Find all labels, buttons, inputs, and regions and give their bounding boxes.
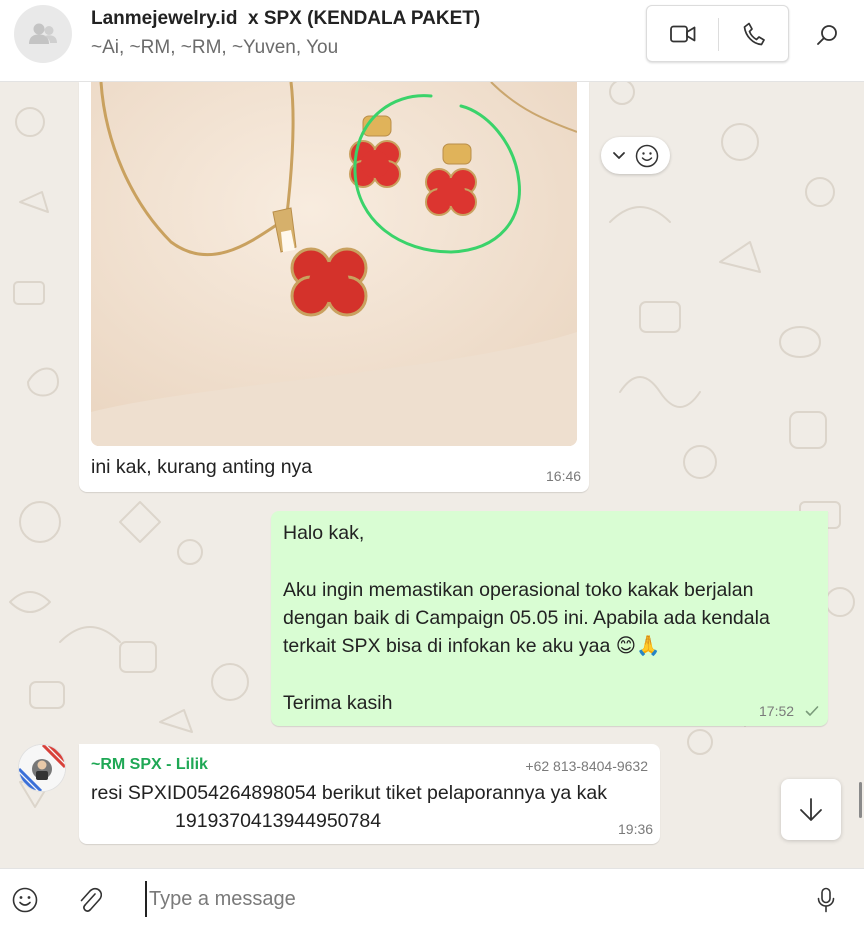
call-buttons (646, 5, 789, 62)
image-caption: ini kak, kurang anting nya (91, 456, 313, 478)
search-button[interactable] (808, 16, 846, 54)
chat-header: Lanmejewelry.id x SPX (KENDALA PAKET) ~A… (0, 0, 864, 82)
attach-button[interactable] (73, 883, 107, 917)
emoji-icon (12, 887, 38, 913)
message-line: Halo kak, (283, 522, 365, 544)
message-list[interactable]: ini kak, kurang anting nya 16:46 Halo ka… (0, 82, 864, 868)
avatar-image (19, 745, 65, 791)
phone-icon (743, 22, 765, 45)
search-icon (817, 25, 837, 45)
sent-check-icon (805, 706, 819, 716)
microphone-icon (817, 887, 835, 913)
message-line: Aku ingin memastikan operasional toko ka… (283, 579, 754, 601)
scrollbar-thumb[interactable] (859, 782, 862, 818)
scroll-to-bottom-button[interactable] (781, 779, 841, 840)
arrow-down-icon (800, 797, 822, 821)
message-line: resi SPXID054264898054 berikut tiket pel… (91, 782, 607, 804)
jewelry-image (91, 82, 577, 446)
voice-message-button[interactable] (809, 882, 843, 918)
sender-name[interactable]: ~RM SPX - Lilik (91, 756, 208, 774)
emoji-button[interactable] (8, 883, 42, 917)
message-time: 16:46 (546, 468, 582, 484)
sender-phone: +62 813-8404-9632 (525, 758, 648, 774)
voice-call-button[interactable] (719, 6, 789, 61)
group-members[interactable]: ~Ai, ~RM, ~RM, ~Yuven, You (91, 37, 338, 59)
message-input[interactable] (145, 881, 785, 917)
message-line: terkait SPX bisa di infokan ke aku yaa 😊… (283, 635, 661, 657)
message-line: dengan baik di Campaign 05.05 ini. Apabi… (283, 607, 770, 629)
incoming-image-message[interactable]: ini kak, kurang anting nya 16:46 (79, 82, 589, 492)
reaction-menu-button[interactable] (601, 137, 670, 174)
message-line: 1919370413944950784 (175, 810, 382, 832)
jewelry-photo[interactable] (91, 82, 577, 446)
group-avatar[interactable] (14, 5, 72, 63)
emoji-react-icon (636, 144, 659, 167)
video-camera-icon (669, 25, 695, 42)
incoming-text-message[interactable]: ~RM SPX - Lilik +62 813-8404-9632 resi S… (79, 744, 660, 844)
video-call-button[interactable] (647, 6, 718, 61)
message-composer (0, 868, 864, 929)
message-time: 17:52 (759, 703, 795, 719)
sender-avatar[interactable] (19, 745, 65, 791)
group-icon (29, 23, 57, 44)
chat-title[interactable]: Lanmejewelry.id x SPX (KENDALA PAKET) (91, 8, 480, 30)
message-line: Terima kasih (283, 692, 393, 714)
outgoing-message[interactable]: Halo kak, Aku ingin memastikan operasion… (271, 511, 828, 726)
paperclip-icon (80, 887, 102, 912)
chevron-down-icon (612, 151, 625, 159)
message-time: 19:36 (618, 821, 654, 837)
